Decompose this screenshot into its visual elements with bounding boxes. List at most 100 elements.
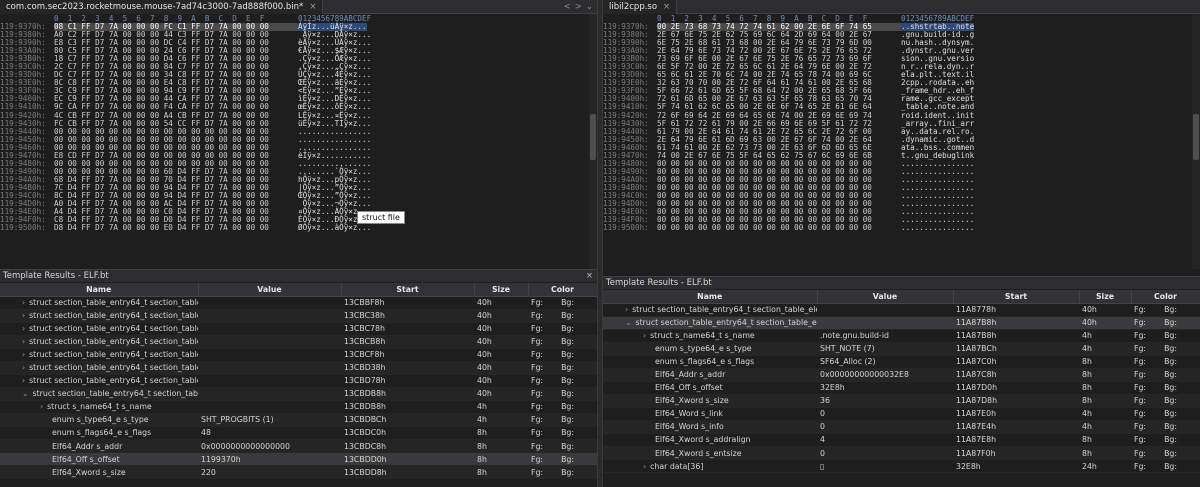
result-row[interactable]: › struct section_table_entry64_t section_… <box>0 309 597 323</box>
result-row[interactable]: Elf64_Off s_offset 32E8h 11A87D0h 8h Fg: Bg: <box>603 381 1200 395</box>
column-header-color[interactable]: Color <box>528 283 597 297</box>
result-row[interactable]: enum s_type64_e s_type SHT_NOTE (7) 11A87B… <box>603 342 1200 356</box>
hex-bytes[interactable]: 00 00 00 00 00 00 00 00 00 00 00 00 00 0… <box>657 224 901 232</box>
bg-color-label[interactable]: Bg: <box>561 468 574 477</box>
result-row[interactable]: › struct section_table_entry64_t section_… <box>0 296 597 310</box>
right-vertical-scrollbar[interactable] <box>1192 14 1200 269</box>
chevron-left-icon[interactable]: < <box>564 0 571 14</box>
result-row[interactable]: ⌄ struct section_table_entry64_t section_… <box>0 387 597 401</box>
bg-color-label[interactable]: Bg: <box>1164 449 1177 458</box>
result-row[interactable]: Elf64_Xword s_size 220 13CBDD8h 8h Fg: Bg: <box>0 465 597 480</box>
scrollbar-thumb[interactable] <box>1193 114 1199 160</box>
bg-color-label[interactable]: Bg: <box>561 350 574 359</box>
fg-color-label[interactable]: Fg: <box>1134 449 1146 458</box>
right-file-tab[interactable]: libil2cpp.so × <box>603 0 678 14</box>
bg-color-label[interactable]: Bg: <box>561 311 574 320</box>
right-template-results[interactable]: Name Value Start Size Color › struct sect… <box>603 290 1200 487</box>
result-row[interactable]: Elf64_Word s_link 0 11A87E0h 4h Fg: Bg: <box>603 407 1200 421</box>
bg-color-label[interactable]: Bg: <box>561 415 574 424</box>
result-row[interactable]: › struct section_table_entry64_t section_… <box>0 361 597 375</box>
fg-color-label[interactable]: Fg: <box>1134 370 1146 379</box>
bg-color-label[interactable]: Bg: <box>1164 396 1177 405</box>
fg-color-label[interactable]: Fg: <box>531 389 543 398</box>
hex-line[interactable]: 119:9500h: D8 D4 FF D7 7A 00 00 00 E0 D4 … <box>0 224 597 232</box>
bg-color-label[interactable]: Bg: <box>1164 318 1177 327</box>
bg-color-label[interactable]: Bg: <box>561 402 574 411</box>
chevron-right-icon[interactable]: > <box>575 0 582 14</box>
bg-color-label[interactable]: Bg: <box>1164 435 1177 444</box>
bg-color-label[interactable]: Bg: <box>561 376 574 385</box>
result-row[interactable]: Elf64_Xword s_size 36 11A87D8h 8h Fg: Bg: <box>603 394 1200 408</box>
bg-color-label[interactable]: Bg: <box>561 298 574 307</box>
column-header-color[interactable]: Color <box>1131 290 1200 304</box>
chevron-right-icon[interactable]: › <box>22 376 25 385</box>
hex-line[interactable]: 119:9500h: 00 00 00 00 00 00 00 00 00 00 … <box>603 224 1200 232</box>
column-header-start[interactable]: Start <box>953 290 1080 304</box>
bg-color-label[interactable]: Bg: <box>1164 383 1177 392</box>
chevron-right-icon[interactable]: › <box>22 324 25 333</box>
hex-ascii[interactable]: ØÔÿ×z...àÔÿ×z... <box>298 224 371 232</box>
column-header-start[interactable]: Start <box>341 283 475 297</box>
bg-color-label[interactable]: Bg: <box>561 337 574 346</box>
fg-color-label[interactable]: Fg: <box>1134 435 1146 444</box>
bg-color-label[interactable]: Bg: <box>561 363 574 372</box>
column-header-name[interactable]: Name <box>0 283 199 297</box>
bg-color-label[interactable]: Bg: <box>561 455 574 464</box>
fg-color-label[interactable]: Fg: <box>1134 331 1146 340</box>
bg-color-label[interactable]: Bg: <box>561 324 574 333</box>
result-row[interactable]: › struct section_table_entry64_t section_… <box>603 303 1200 317</box>
fg-color-label[interactable]: Fg: <box>1134 422 1146 431</box>
close-icon[interactable]: × <box>663 2 670 12</box>
fg-color-label[interactable]: Fg: <box>1134 318 1146 327</box>
column-header-value[interactable]: Value <box>198 283 342 297</box>
result-row[interactable]: Elf64_Addr s_addr 0x00000000000032E8 11A87… <box>603 368 1200 382</box>
fg-color-label[interactable]: Fg: <box>531 428 543 437</box>
column-header-name[interactable]: Name <box>603 290 818 304</box>
fg-color-label[interactable]: Fg: <box>531 402 543 411</box>
fg-color-label[interactable]: Fg: <box>531 455 543 464</box>
left-file-tab[interactable]: com.com.sec2023.rocketmouse.mouse-7ad74c… <box>0 0 324 14</box>
chevron-down-icon[interactable]: ⌄ <box>586 0 593 14</box>
chevron-right-icon[interactable]: › <box>22 363 25 372</box>
bg-color-label[interactable]: Bg: <box>1164 357 1177 366</box>
fg-color-label[interactable]: Fg: <box>1134 305 1146 314</box>
result-row[interactable]: › struct s_name64_t s_name .note.gnu.build… <box>603 329 1200 343</box>
fg-color-label[interactable]: Fg: <box>531 311 543 320</box>
left-hex-view[interactable]: 0 1 2 3 4 5 6 7 8 9 A B C D E F 012345678… <box>0 14 597 269</box>
result-row[interactable]: Elf64_Off s_offset 1199370h 13CBDD0h 8h Fg: B… <box>0 452 597 467</box>
chevron-right-icon[interactable]: › <box>22 298 25 307</box>
fg-color-label[interactable]: Fg: <box>1134 344 1146 353</box>
left-template-results[interactable]: Name Value Start Size Color › struct sect… <box>0 283 597 487</box>
chevron-right-icon[interactable]: › <box>40 402 43 411</box>
result-row[interactable]: enum s_flags64_e s_flags 48 13CBDC0h 8h Fg: B… <box>0 426 597 441</box>
fg-color-label[interactable]: Fg: <box>531 324 543 333</box>
bg-color-label[interactable]: Bg: <box>561 428 574 437</box>
result-row[interactable]: Elf64_Xword s_addralign 4 11A87E8h 8h Fg: Bg: <box>603 433 1200 448</box>
fg-color-label[interactable]: Fg: <box>1134 409 1146 418</box>
result-row[interactable]: enum s_flags64_e s_flags SF64_Alloc (2) 11… <box>603 355 1200 369</box>
result-row[interactable]: › struct section_table_entry64_t section_… <box>0 374 597 388</box>
hex-ascii[interactable]: ................ <box>901 224 974 232</box>
chevron-right-icon[interactable]: › <box>22 350 25 359</box>
fg-color-label[interactable]: Fg: <box>531 363 543 372</box>
right-hex-view[interactable]: 0 1 2 3 4 5 6 7 8 9 A B C D E F 012345678… <box>603 14 1200 269</box>
hex-bytes[interactable]: D8 D4 FF D7 7A 00 00 00 E0 D4 FF D7 7A 0… <box>54 224 298 232</box>
fg-color-label[interactable]: Fg: <box>531 298 543 307</box>
left-vertical-scrollbar[interactable] <box>589 14 597 269</box>
result-row[interactable]: Elf64_Addr s_addr 0x0000000000000000 13CBD… <box>0 439 597 454</box>
bg-color-label[interactable]: Bg: <box>1164 370 1177 379</box>
bg-color-label[interactable]: Bg: <box>1164 305 1177 314</box>
chevron-right-icon[interactable]: › <box>22 311 25 320</box>
result-row[interactable]: enum s_type64_e s_type SHT_PROGBITS (1) 13… <box>0 413 597 427</box>
column-header-value[interactable]: Value <box>817 290 954 304</box>
bg-color-label[interactable]: Bg: <box>561 442 574 451</box>
chevron-right-icon[interactable]: › <box>643 462 646 471</box>
result-row[interactable]: ⌄ struct section_table_entry64_t section_… <box>603 316 1200 330</box>
column-header-size[interactable]: Size <box>1079 290 1132 304</box>
result-row[interactable]: › char data[36] ▯ 32E8h 24h Fg: Bg: <box>603 459 1200 474</box>
bg-color-label[interactable]: Bg: <box>1164 344 1177 353</box>
fg-color-label[interactable]: Fg: <box>531 468 543 477</box>
chevron-down-icon[interactable]: ⌄ <box>625 318 632 327</box>
close-icon[interactable]: × <box>586 270 593 283</box>
column-header-size[interactable]: Size <box>474 283 529 297</box>
